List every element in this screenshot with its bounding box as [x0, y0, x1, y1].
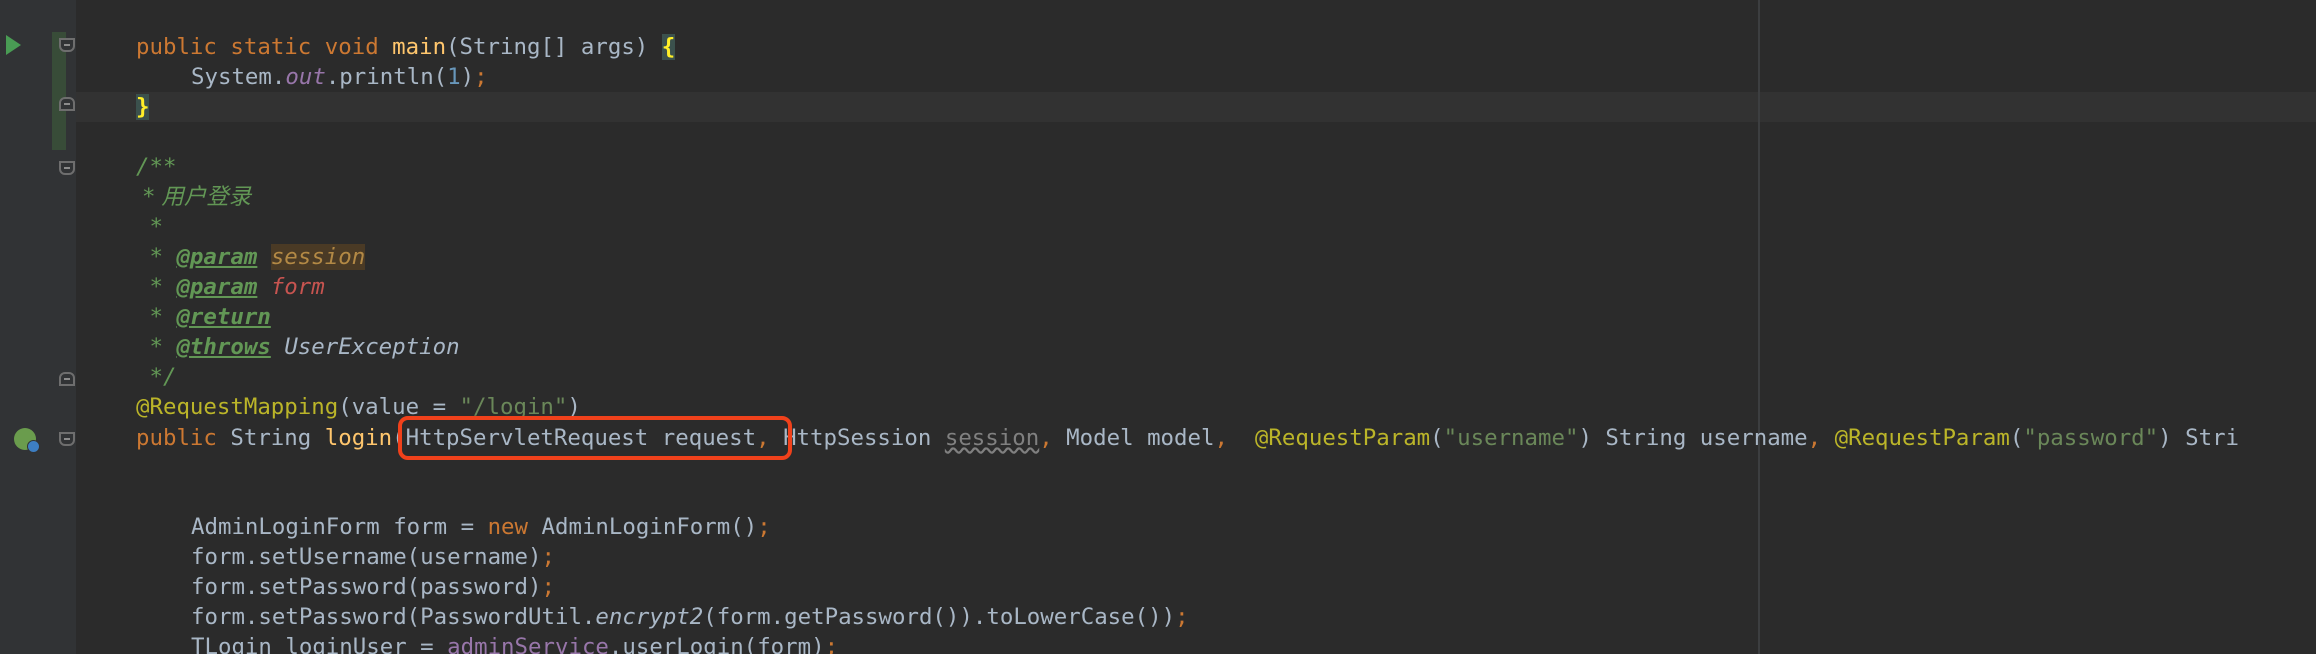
code-text: (form.getPassword()).toLowerCase()): [703, 604, 1176, 630]
javadoc-text: */: [136, 364, 177, 390]
code-line-2[interactable]: System.out.println(1);: [191, 62, 488, 92]
code-text: AdminLoginForm form =: [191, 514, 488, 540]
code-text: .println(: [325, 64, 448, 90]
code-text: form.setPassword(PasswordUtil.: [191, 604, 596, 630]
method-name: login: [324, 425, 393, 451]
code-line-11[interactable]: * @throws UserException: [136, 332, 460, 362]
matched-brace: {: [661, 34, 676, 60]
code-text: ) Stri: [2158, 425, 2240, 451]
semicolon: ;: [541, 574, 555, 600]
comma: ,: [1214, 425, 1228, 451]
javadoc-text: /**: [136, 154, 177, 180]
semicolon: ;: [824, 634, 839, 654]
semicolon: ;: [757, 514, 771, 540]
unused-parameter: session: [944, 425, 1040, 451]
editor-gutter: [0, 0, 76, 654]
spring-bean-icon[interactable]: [14, 428, 40, 453]
code-line-1[interactable]: public static void main(String[] args) {: [136, 32, 676, 62]
javadoc-text: [271, 334, 284, 360]
fold-icon[interactable]: [59, 97, 75, 111]
instance-field: adminService: [447, 634, 609, 654]
semicolon: ;: [474, 64, 488, 90]
code-text: Model model: [1052, 425, 1215, 451]
code-line-8[interactable]: * @param session: [136, 242, 366, 272]
string-literal: "password": [2023, 425, 2159, 451]
javadoc-tag: @throws: [176, 334, 271, 360]
code-text: TLogin loginUser =: [191, 634, 448, 654]
keyword: new: [487, 514, 529, 540]
code-line-18[interactable]: form.setUsername(username);: [191, 542, 555, 572]
code-text: String: [216, 425, 325, 451]
keyword: public: [136, 425, 217, 451]
code-text: HttpSession: [769, 425, 945, 451]
javadoc-text: *: [136, 274, 177, 300]
matched-brace: }: [136, 94, 150, 120]
code-text: (String[] args): [446, 34, 662, 60]
fold-icon[interactable]: [59, 372, 75, 386]
comma: ,: [1807, 425, 1822, 451]
code-text: (: [1430, 425, 1444, 451]
code-line-17[interactable]: AdminLoginForm form = new AdminLoginForm…: [191, 512, 771, 542]
keyword: void: [324, 34, 379, 60]
javadoc-param: session: [270, 244, 366, 270]
code-line-3[interactable]: }: [136, 92, 150, 122]
javadoc-text: *: [136, 334, 177, 360]
code-line-21[interactable]: TLogin loginUser = adminService.userLogi…: [191, 632, 838, 654]
semicolon: ;: [1175, 604, 1189, 630]
semicolon: ;: [541, 544, 555, 570]
code-line-12[interactable]: */: [136, 362, 176, 392]
javadoc-param: form: [270, 274, 325, 300]
javadoc-text: *: [136, 214, 163, 240]
javadoc-tag: @param: [176, 244, 258, 270]
code-line-9[interactable]: * @param form: [136, 272, 325, 302]
code-line-20[interactable]: form.setPassword(PasswordUtil.encrypt2(f…: [191, 602, 1189, 632]
string-literal: "username": [1443, 425, 1579, 451]
javadoc-text: *: [136, 244, 177, 270]
code-line-5[interactable]: /**: [136, 152, 176, 182]
method-name: main: [392, 34, 447, 60]
number-literal: 1: [447, 64, 461, 90]
code-text: .userLogin(form): [608, 634, 825, 654]
javadoc-tag: @param: [176, 274, 258, 300]
code-line-6[interactable]: * 用户登录: [136, 182, 251, 212]
fold-icon[interactable]: [59, 432, 75, 446]
annotation: @RequestMapping: [136, 394, 339, 420]
javadoc-text: [257, 244, 270, 270]
code-editor[interactable]: public static void main(String[] args) {…: [0, 0, 2316, 654]
keyword: static: [230, 34, 312, 60]
code-text: form.setPassword(password): [191, 574, 542, 600]
static-method-call: encrypt2: [595, 604, 704, 630]
code-text: ): [460, 64, 475, 90]
code-text: AdminLoginForm(): [528, 514, 758, 540]
code-line-19[interactable]: form.setPassword(password);: [191, 572, 555, 602]
annotation: @RequestParam: [1834, 425, 2010, 451]
javadoc-text: *: [136, 304, 177, 330]
javadoc-reference: UserException: [284, 334, 460, 360]
annotation-highlight-box: [398, 416, 792, 460]
current-line-highlight: [76, 92, 2316, 122]
javadoc-tag: @return: [176, 304, 271, 330]
keyword: public: [136, 34, 217, 60]
fold-icon[interactable]: [59, 38, 75, 52]
annotation: @RequestParam: [1254, 425, 1431, 451]
code-line-7[interactable]: *: [136, 212, 163, 242]
static-field: out: [285, 64, 326, 90]
javadoc-text: [257, 274, 270, 300]
run-icon[interactable]: [6, 35, 21, 55]
code-text: System.: [191, 64, 286, 90]
right-margin-guide: [1758, 0, 1760, 654]
code-text: form.setUsername(username): [191, 544, 542, 570]
code-line-10[interactable]: * @return: [136, 302, 271, 332]
code-text: ) String username: [1578, 425, 1808, 451]
code-text: (: [2009, 425, 2024, 451]
fold-icon[interactable]: [59, 161, 75, 175]
comma: ,: [1039, 425, 1053, 451]
javadoc-text: * 用户登录: [136, 184, 251, 210]
